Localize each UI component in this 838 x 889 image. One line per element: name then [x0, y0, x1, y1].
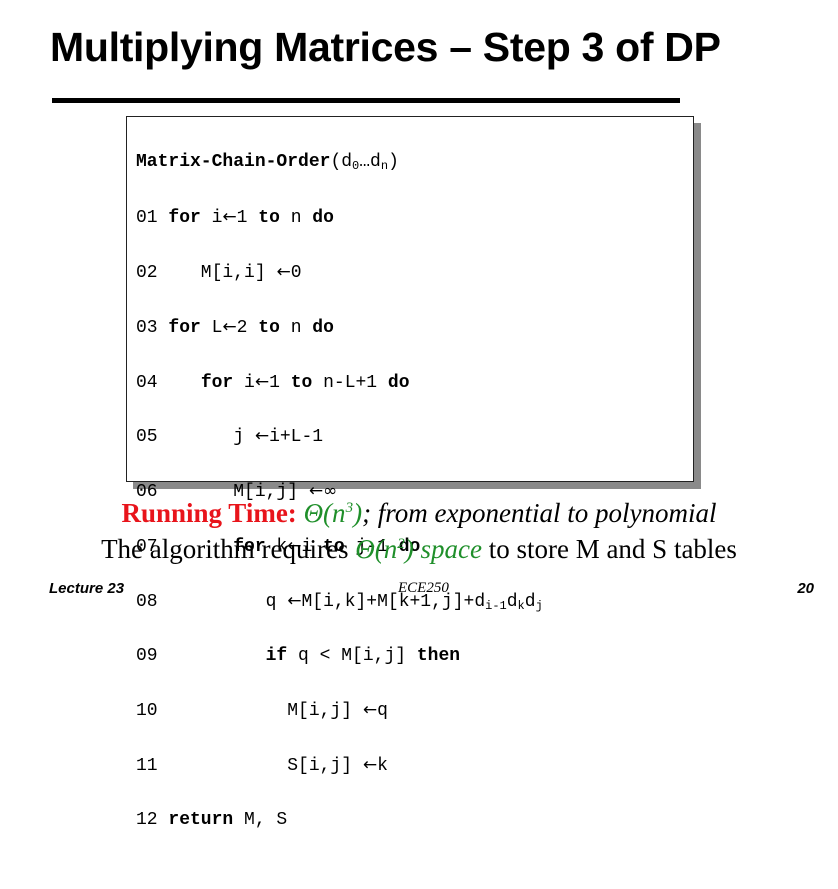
space-note-complexity: Θ(n2) space	[355, 534, 482, 564]
code-line-05: 05 j ←i+L-1	[136, 426, 324, 448]
code-line-02: 02 M[i,i] ←0	[136, 262, 302, 283]
code-header: Matrix-Chain-Order(d0…dn)	[136, 152, 399, 174]
footer-course: ECE250	[398, 580, 449, 596]
code-line-10: 10 M[i,j] ←q	[136, 700, 388, 722]
code-line-08: 08 q ←M[i,k]+M[k+1,j]+di-1dkdj	[136, 590, 543, 613]
code-line-09: 09 if q < M[i,j] then	[136, 645, 461, 666]
footer-lecture: Lecture 23	[49, 580, 125, 597]
code-line-03: 03 for L←2 to n do	[136, 316, 334, 338]
running-time-complexity: Θ(n3)	[303, 498, 363, 528]
space-note-line: The algorithm requires Θ(n2) space to st…	[0, 534, 838, 565]
code-line-04: 04 for i←1 to n-L+1 do	[136, 371, 410, 393]
title-underline	[52, 98, 680, 103]
code-line-01: 01 for i←1 to n do	[136, 207, 334, 229]
space-note-prefix: The algorithm requires	[101, 534, 356, 564]
slide-title: Multiplying Matrices – Step 3 of DP	[50, 24, 721, 70]
code-line-12: 12 return M, S	[136, 809, 288, 830]
pseudocode-box: Matrix-Chain-Order(d0…dn) 01 for i←1 to …	[126, 116, 694, 830]
function-name: Matrix-Chain-Order	[136, 152, 331, 173]
running-time-comment: ; from exponential to polynomial	[362, 498, 717, 528]
footer-page-number: 20	[797, 580, 814, 597]
space-note-suffix: to store M and S tables	[481, 534, 737, 564]
code-line-11: 11 S[i,j] ←k	[136, 755, 388, 777]
running-time-line: Running Time: Θ(n3); from exponential to…	[0, 498, 838, 529]
running-time-label: Running Time:	[121, 498, 297, 528]
